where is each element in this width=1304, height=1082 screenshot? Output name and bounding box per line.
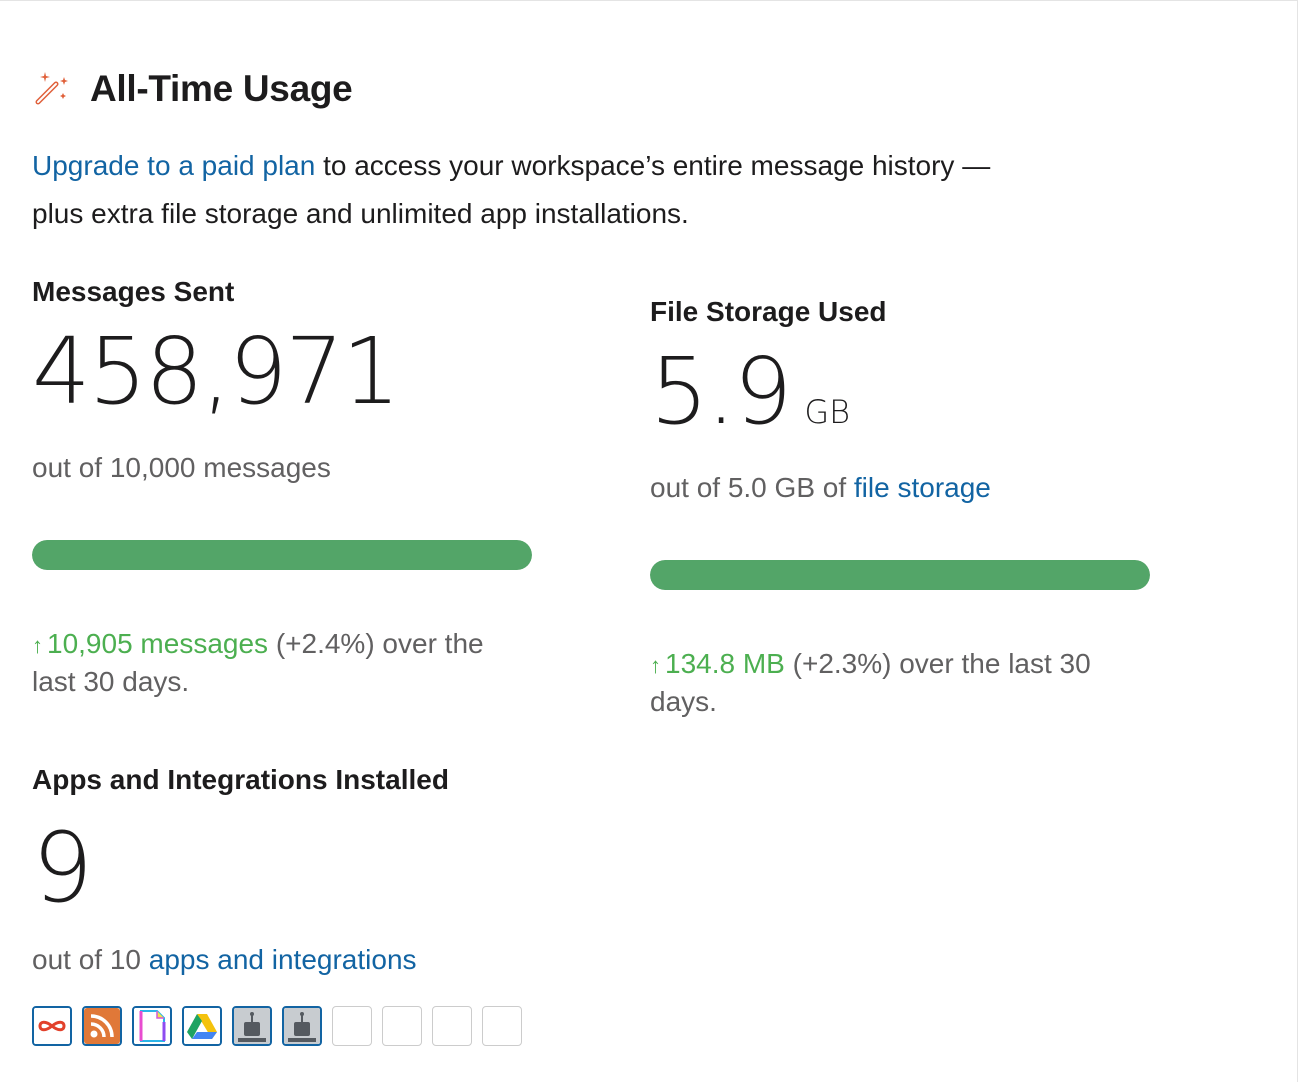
app-slot-bot-1[interactable] — [232, 1006, 272, 1046]
apps-limit-text: out of 10 apps and integrations — [32, 940, 592, 980]
file-storage-label: File Storage Used — [650, 296, 887, 327]
app-slot-rss[interactable] — [82, 1006, 122, 1046]
file-storage-unit: GB — [804, 393, 851, 431]
bot-app-icon — [234, 1008, 270, 1044]
file-storage-value: 5.9 — [650, 338, 792, 445]
arrow-up-icon: ↑ — [650, 653, 661, 678]
apps-label: Apps and Integrations Installed — [32, 764, 449, 795]
empty-app-slot — [332, 1006, 372, 1046]
page-title: All-Time Usage — [90, 68, 353, 109]
file-storage-value-row: 5.9 GB — [650, 346, 1170, 438]
infinity-app-icon — [34, 1008, 70, 1044]
file-storage-limit-text: out of 5.0 GB of file storage — [650, 468, 1170, 508]
file-storage-limit-prefix: out of 5.0 GB of — [650, 472, 854, 503]
messages-trend: ↑ 10,905 messages (+2.4%) over the last 3… — [32, 626, 532, 700]
storage-progress-bar — [650, 560, 1150, 590]
messages-sent-value: 458,971 — [32, 318, 400, 425]
file-storage-card: File Storage Used 5.9 GB out of 5.0 GB of… — [650, 292, 1170, 720]
app-slot-document[interactable] — [132, 1006, 172, 1046]
google-drive-icon — [184, 1008, 220, 1044]
bot-app-icon — [284, 1008, 320, 1044]
installed-apps-row — [32, 1006, 532, 1046]
messages-progress-fill — [32, 540, 532, 570]
arrow-up-icon: ↑ — [32, 633, 43, 658]
magic-wand-icon — [35, 72, 68, 105]
empty-app-slot — [432, 1006, 472, 1046]
storage-progress-fill — [650, 560, 1150, 590]
empty-app-slot — [382, 1006, 422, 1046]
messages-sent-label: Messages Sent — [32, 276, 235, 307]
messages-sent-card: Messages Sent 458,971 out of 10,000 mess… — [32, 272, 552, 700]
rss-app-icon — [84, 1008, 120, 1044]
app-slot-bot-2[interactable] — [282, 1006, 322, 1046]
apps-and-integrations-link[interactable]: apps and integrations — [149, 944, 417, 975]
app-slot-google-drive[interactable] — [182, 1006, 222, 1046]
document-app-icon — [134, 1008, 170, 1044]
messages-limit-text: out of 10,000 messages — [32, 452, 331, 483]
empty-app-slot — [482, 1006, 522, 1046]
upgrade-link[interactable]: Upgrade to a paid plan — [32, 150, 315, 181]
section-header: All-Time Usage — [32, 68, 353, 110]
messages-progress-bar — [32, 540, 532, 570]
storage-trend-amount: 134.8 MB — [665, 648, 785, 679]
upgrade-intro: Upgrade to a paid plan to access your wo… — [32, 142, 1042, 238]
apps-limit-prefix: out of 10 — [32, 944, 149, 975]
apps-count-value: 9 — [32, 812, 93, 924]
file-storage-link[interactable]: file storage — [854, 472, 991, 503]
app-slot-infinity[interactable] — [32, 1006, 72, 1046]
messages-trend-amount: 10,905 messages — [47, 628, 269, 659]
apps-card: Apps and Integrations Installed 9 out of… — [32, 760, 592, 980]
storage-trend: ↑ 134.8 MB (+2.3%) over the last 30 days. — [650, 646, 1150, 720]
